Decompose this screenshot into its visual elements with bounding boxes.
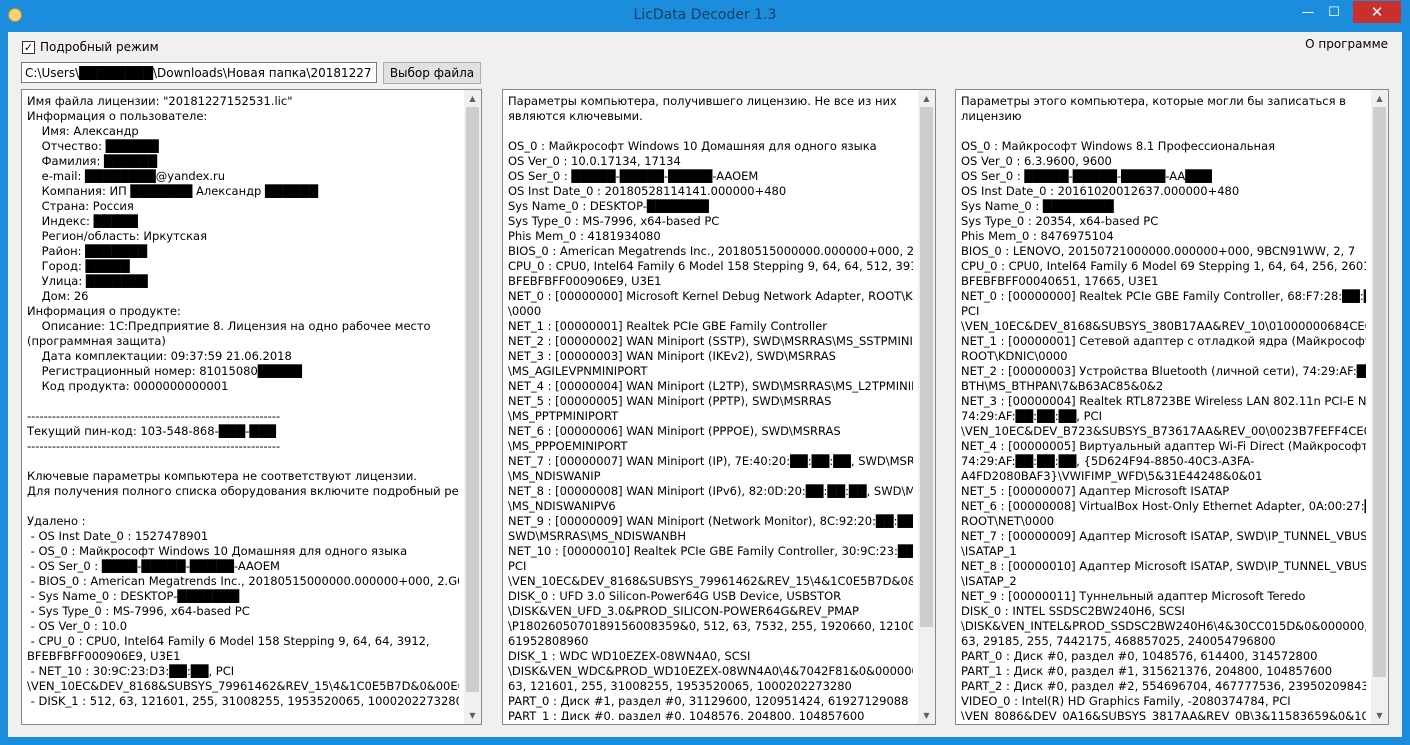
scroll-thumb[interactable] <box>920 107 933 627</box>
minimize-icon: — <box>1301 4 1315 20</box>
window-title: LicData Decoder 1.3 <box>633 7 777 23</box>
maximize-icon: ☐ <box>1328 4 1340 20</box>
about-menu-item[interactable]: О программе <box>1305 37 1388 51</box>
minimize-button[interactable]: — <box>1295 1 1321 23</box>
scroll-down-arrow-icon[interactable]: ▼ <box>464 707 481 724</box>
verbose-mode-toggle[interactable]: ✓ Подробный режим <box>22 40 159 54</box>
this-pc-text: Параметры этого компьютера, которые могл… <box>961 94 1366 720</box>
client-area: ✓ Подробный режим О программе Выбор файл… <box>8 32 1402 737</box>
licensed-pc-scrollbar[interactable]: ▲ ▼ <box>918 90 935 724</box>
license-info-panel[interactable]: Имя файла лицензии: "20181227152531.lic"… <box>21 89 482 725</box>
scroll-down-arrow-icon[interactable]: ▼ <box>1371 707 1388 724</box>
licensed-pc-panel[interactable]: Параметры компьютера, получившего лиценз… <box>502 89 936 725</box>
checkmark-icon: ✓ <box>23 40 34 54</box>
maximize-button[interactable]: ☐ <box>1321 1 1347 23</box>
this-pc-scrollbar[interactable]: ▲ ▼ <box>1371 90 1388 724</box>
license-info-text: Имя файла лицензии: "20181227152531.lic"… <box>27 94 459 708</box>
this-pc-panel[interactable]: Параметры этого компьютера, которые могл… <box>955 89 1389 725</box>
close-icon: ✕ <box>1370 3 1384 21</box>
file-path-input[interactable] <box>21 62 377 83</box>
scroll-up-arrow-icon[interactable]: ▲ <box>1371 90 1388 107</box>
choose-file-button[interactable]: Выбор файла <box>383 62 481 84</box>
licensed-pc-text: Параметры компьютера, получившего лиценз… <box>508 94 913 720</box>
scroll-thumb[interactable] <box>466 107 479 692</box>
license-info-scrollbar[interactable]: ▲ ▼ <box>464 90 481 724</box>
app-window: LicData Decoder 1.3 — ☐ ✕ ✓ Подробный ре… <box>0 0 1410 745</box>
title-bar[interactable]: LicData Decoder 1.3 — ☐ ✕ <box>0 0 1410 32</box>
scroll-up-arrow-icon[interactable]: ▲ <box>918 90 935 107</box>
verbose-mode-checkbox[interactable]: ✓ <box>22 40 35 54</box>
verbose-mode-label: Подробный режим <box>40 40 159 54</box>
scroll-thumb[interactable] <box>1373 107 1386 677</box>
close-button[interactable]: ✕ <box>1353 1 1401 23</box>
scroll-up-arrow-icon[interactable]: ▲ <box>464 90 481 107</box>
scroll-down-arrow-icon[interactable]: ▼ <box>918 707 935 724</box>
